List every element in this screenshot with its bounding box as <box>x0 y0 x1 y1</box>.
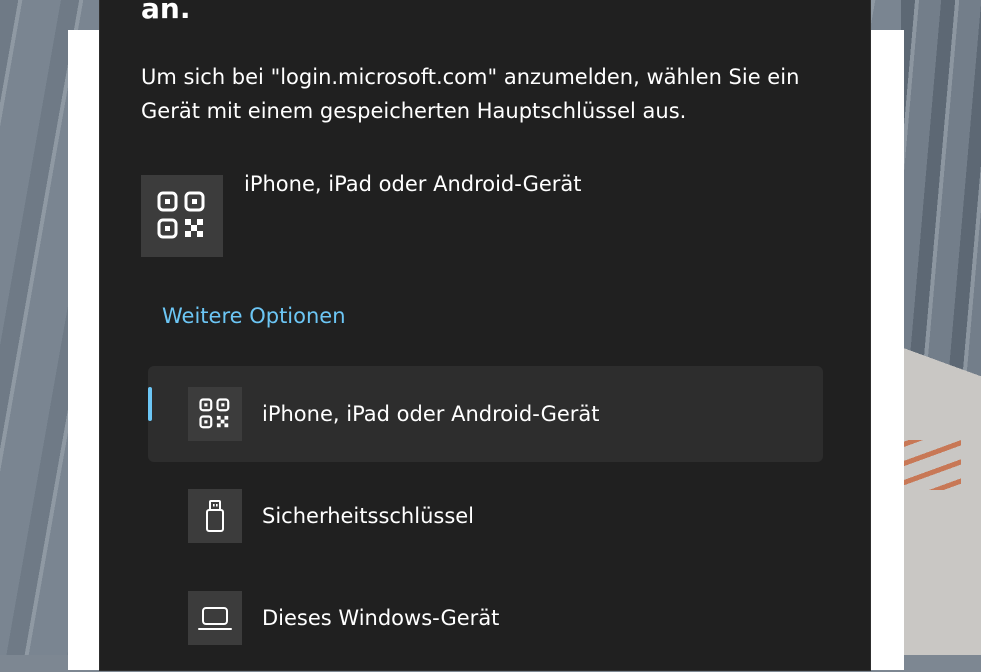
qr-code-icon <box>188 387 242 441</box>
option-label: Sicherheitsschlüssel <box>262 504 475 528</box>
option-phone-device[interactable]: iPhone, iPad oder Android-Gerät <box>148 366 823 462</box>
dialog-title: an. <box>141 0 191 25</box>
background-photo-right <box>901 0 981 655</box>
options-list: iPhone, iPad oder Android-Gerät Sicherhe… <box>148 366 823 672</box>
option-security-key[interactable]: Sicherheitsschlüssel <box>148 468 823 564</box>
option-label: iPhone, iPad oder Android-Gerät <box>262 402 600 426</box>
qr-code-icon <box>141 175 223 257</box>
usb-key-icon <box>188 489 242 543</box>
primary-device-label: iPhone, iPad oder Android-Gerät <box>244 172 582 196</box>
dialog-description: Um sich bei "login.microsoft.com" anzume… <box>141 65 800 123</box>
more-options-link[interactable]: Weitere Optionen <box>162 304 346 328</box>
option-windows-device[interactable]: Dieses Windows-Gerät <box>148 570 823 666</box>
laptop-icon <box>188 591 242 645</box>
option-label: Dieses Windows-Gerät <box>262 606 500 630</box>
passkey-dialog: an. Um sich bei "login.microsoft.com" an… <box>100 0 870 670</box>
selection-indicator <box>148 387 152 421</box>
primary-device-option[interactable]: iPhone, iPad oder Android-Gerät <box>141 172 582 257</box>
